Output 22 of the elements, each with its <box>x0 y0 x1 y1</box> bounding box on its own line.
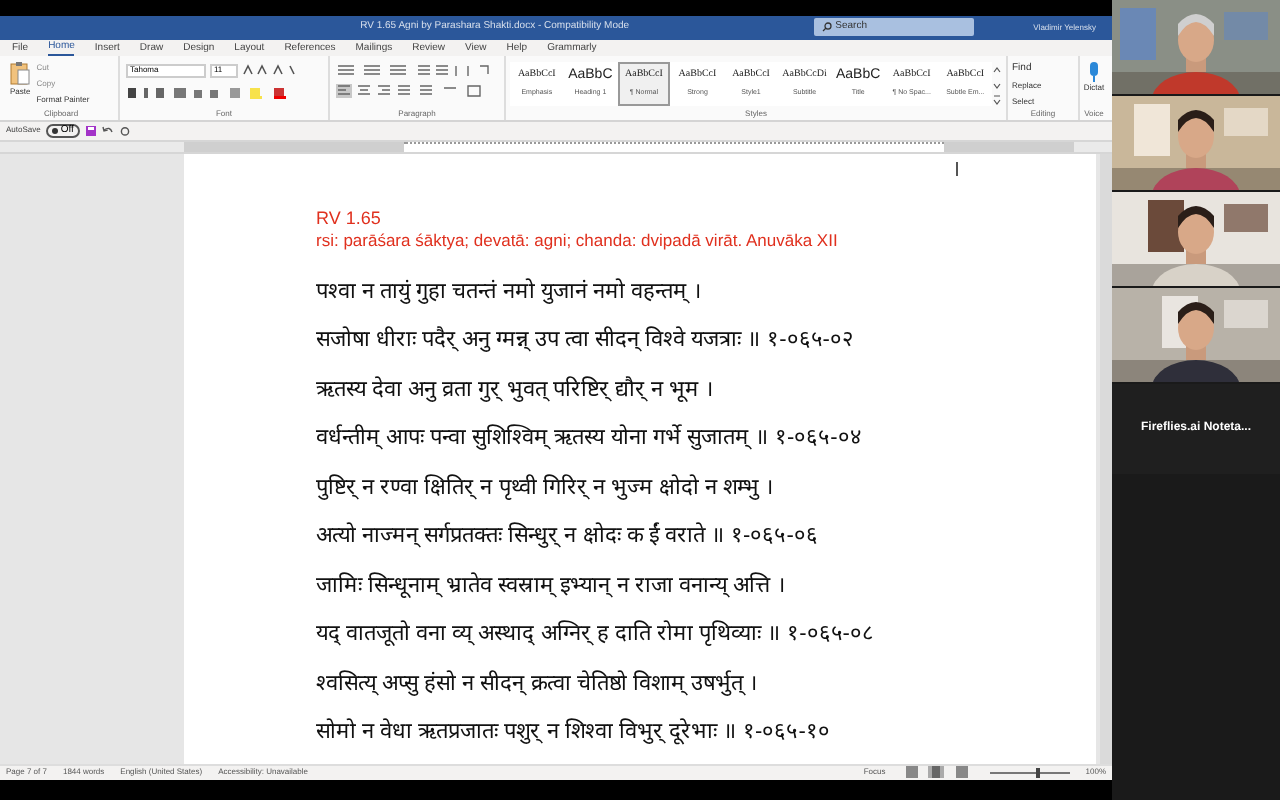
verse-line: ऋतस्य देवा अनु व्रता गुर् भुवत् परिष्टिर् द्यौर् न भूम । <box>316 374 716 406</box>
search-icon <box>821 22 832 33</box>
zoom-slider-thumb[interactable] <box>1035 767 1040 778</box>
verse-line: सजोषा धीराः पदैर् अनु ग्मन्न् उप त्वा सीदन् विश्वे यजत्राः ॥ १-०६५-०२ <box>316 324 856 357</box>
verse-reference: RV 1.65 <box>316 207 383 230</box>
microphone-icon <box>1087 61 1100 82</box>
verse-line: अत्यो नाज्मन् सर्गप्रतक्तः सिन्धुर् न क्षोदः क ईं वराते ॥ १-०६५-०६ <box>316 520 820 553</box>
verse-line: वर्धन्तीम् आपः पन्वा सुशिश्विम् ऋतस्य योना गर्भे सुजातम् ॥ १-०६५-०४ <box>316 422 864 455</box>
redo-icon[interactable] <box>119 125 130 136</box>
save-icon[interactable] <box>85 125 96 136</box>
verse-line: पश्वा न तायुं गुहा चतन्तं नमो युजानं नमो वहन्तम् । <box>316 276 704 308</box>
verse-line: सोमो न वेधा ऋतप्रजातः पशुर् न शिश्वा विभुर् दूरेभाः ॥ १-०६५-१० <box>316 716 832 749</box>
verse-line: पुष्टिर् न रण्वा क्षितिर् न पृथ्वी गिरिर् न भुज्म क्षोदो न शम्भु । <box>316 472 776 504</box>
verse-line: श्वसित्य् अप्सु हंसो न सीदन् क्रत्वा चेतिष्ठो विशाम् उषर्भुत् । <box>316 668 760 700</box>
text-cursor <box>956 161 958 176</box>
verse-line: यद् वातजूतो वना व्य् अस्थाद् अग्निर् ह दाति रोमा पृथिव्याः ॥ १-०६५-०८ <box>316 618 876 651</box>
verse-metadata: rsi: parāśara śāktya; devatā: agni; chanda: dvipadā virāt. Anuvāka XII <box>316 229 840 252</box>
verse-line: जामिः सिन्धूनाम् भ्रातेव स्वस्राम् इभ्यान् न राजा वनान्य् अत्ति । <box>316 570 788 602</box>
view-buttons-icon[interactable] <box>901 766 974 779</box>
scrollbar[interactable] <box>1100 153 1112 764</box>
clipboard-icon <box>10 61 31 86</box>
undo-icon[interactable] <box>101 125 114 136</box>
